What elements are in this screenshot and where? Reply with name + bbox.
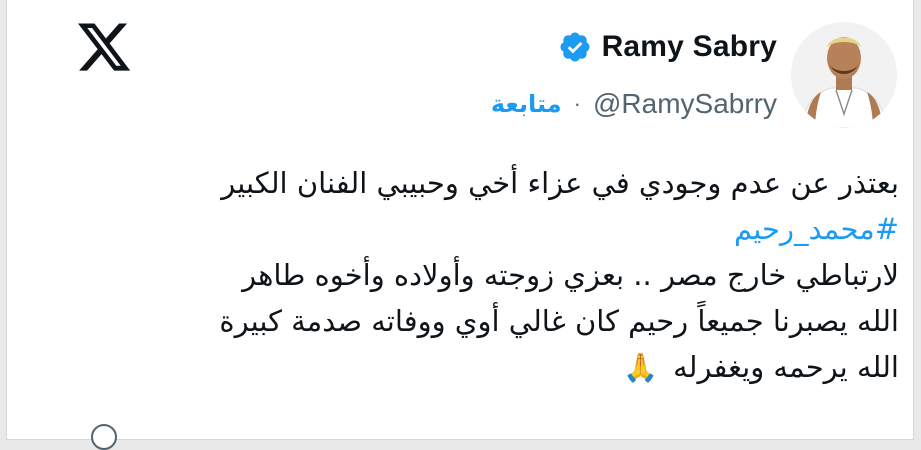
tweet-card: Ramy Sabry متابعة · @RamySabrry بعتذر عن…: [6, 0, 914, 450]
praying-hands-emoji: 🙏: [622, 351, 658, 384]
author-display-name[interactable]: Ramy Sabry: [602, 30, 777, 64]
tweet-line-1: بعتذر عن عدم وجودي في عزاء أخي وحبيبي ال…: [221, 166, 899, 200]
tweet-text: بعتذر عن عدم وجودي في عزاء أخي وحبيبي ال…: [139, 160, 899, 391]
hashtag-link[interactable]: #محمد_رحيم: [139, 206, 899, 252]
tweet-line-5: الله يرحمه ويغفرله 🙏: [139, 344, 899, 391]
verified-badge-icon: [560, 32, 590, 62]
follow-button[interactable]: متابعة: [491, 90, 562, 118]
tweet-line-5-text: الله يرحمه ويغفرله: [673, 350, 899, 384]
author-handle[interactable]: @RamySabrry: [593, 88, 777, 120]
separator-dot: ·: [573, 91, 581, 116]
avatar[interactable]: [791, 22, 897, 128]
tweet-header: Ramy Sabry متابعة · @RamySabrry: [307, 22, 897, 132]
tweet-line-4: الله يصبرنا جميعاً رحيم كان غالي أوي ووف…: [219, 304, 899, 338]
x-logo-icon[interactable]: [75, 18, 133, 76]
partial-icon: [91, 424, 117, 450]
author-name-row[interactable]: Ramy Sabry: [558, 30, 777, 64]
tweet-line-3: لارتباطي خارج مصر .. بعزي زوجته وأولاده …: [242, 258, 899, 292]
author-handle-row: متابعة · @RamySabrry: [491, 88, 777, 120]
avatar-image: [791, 22, 897, 128]
